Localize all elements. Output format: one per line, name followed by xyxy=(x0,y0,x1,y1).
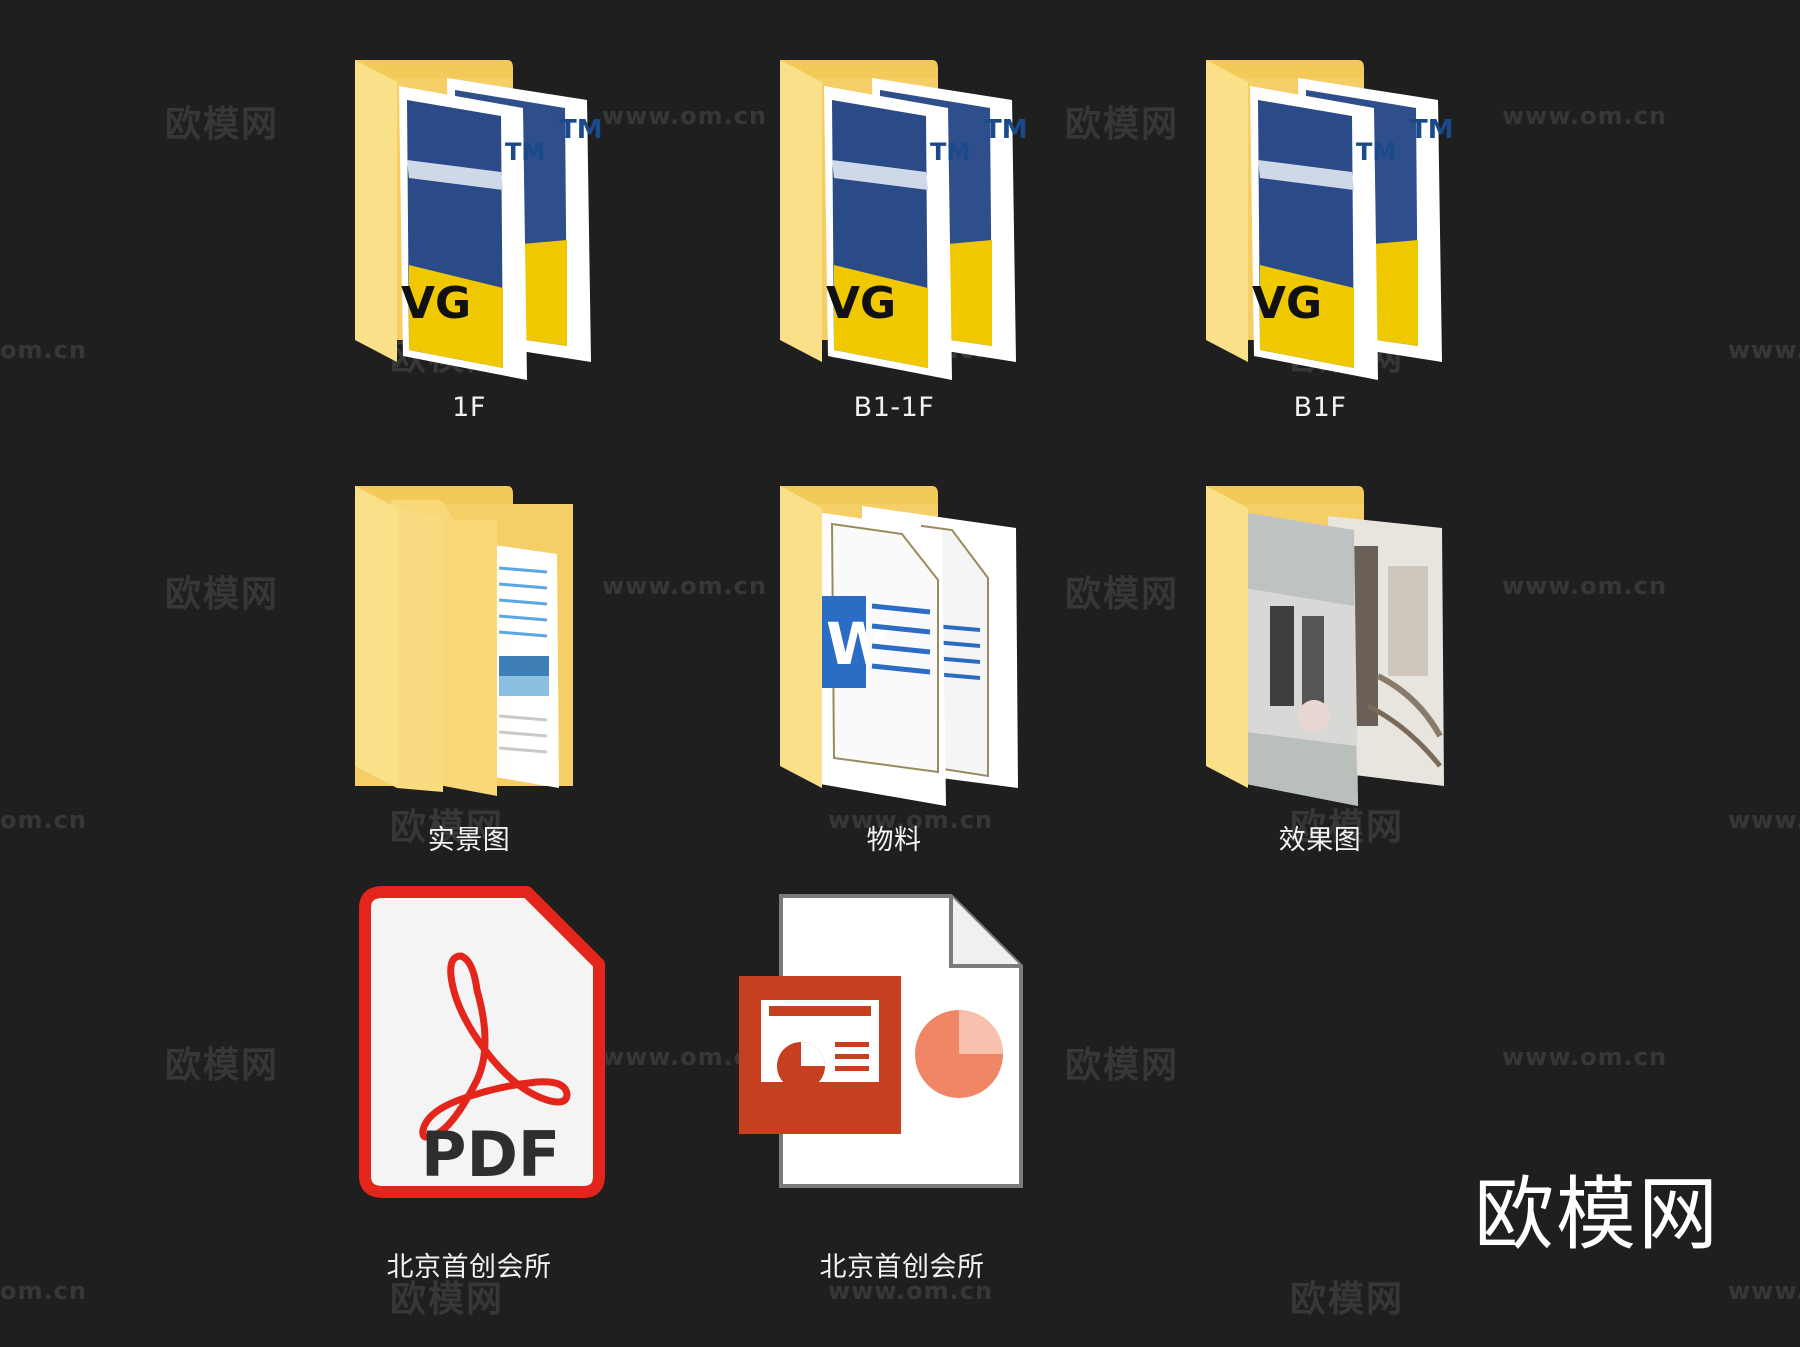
watermark-url: om.cn xyxy=(0,336,87,364)
item-label: 物料 xyxy=(866,825,922,856)
item-label: B1F xyxy=(1293,392,1347,423)
watermark-text: 欧模网 xyxy=(165,574,280,615)
watermark-text: 欧模网 xyxy=(1065,574,1180,615)
watermark-url: www. xyxy=(1728,336,1800,364)
watermark-url: www.om.cn xyxy=(1502,572,1668,600)
watermark-url: om.cn xyxy=(0,1277,87,1305)
folder-item-1f[interactable]: TM TM VG 1F xyxy=(327,50,627,440)
item-label: 北京首创会所 xyxy=(386,1252,552,1283)
dwg-vg-mark: VG xyxy=(826,278,896,329)
dwg-folder-icon: TM TM VG xyxy=(780,60,1028,380)
pdf-mark: PDF xyxy=(421,1118,560,1191)
ppt-file-icon xyxy=(739,894,1023,1188)
watermark-text: 欧模网 xyxy=(1290,1279,1405,1320)
dwg-vg-mark: VG xyxy=(401,278,471,329)
item-label: 1F xyxy=(452,392,486,423)
desktop-canvas: 欧模网 www.om.cn 欧模网 www.om.cn om.cn 欧模网 ww… xyxy=(0,0,1800,1347)
item-label: 实景图 xyxy=(427,825,511,856)
watermark-logo: 欧模网 xyxy=(1474,1168,1720,1261)
watermark-text: 欧模网 xyxy=(1065,1045,1180,1086)
dwg-tm-mark: TM xyxy=(930,138,970,166)
file-item-pdf[interactable]: PDF 北京首创会所 xyxy=(327,880,627,1283)
watermark-url: www.om.cn xyxy=(1502,1043,1668,1071)
watermark-text: 欧模网 xyxy=(165,104,280,145)
watermark-text: 欧模网 xyxy=(1065,104,1180,145)
item-label: B1-1F xyxy=(853,392,935,423)
folder-item-renders[interactable]: 效果图 xyxy=(1178,476,1478,866)
watermark-url: www.om.cn xyxy=(1502,102,1668,130)
watermark-url: www. xyxy=(1728,1277,1800,1305)
folder-item-materials[interactable]: W 物料 xyxy=(752,476,1052,866)
folder-docs-icon xyxy=(355,486,573,796)
watermark-text: 欧模网 xyxy=(165,1045,280,1086)
file-item-ppt[interactable]: 北京首创会所 xyxy=(737,880,1037,1283)
folder-word-icon: W xyxy=(780,486,1018,806)
dwg-tm-mark: TM xyxy=(505,138,545,166)
watermark-url: om.cn xyxy=(0,806,87,834)
folder-item-photos[interactable]: 实景图 xyxy=(327,476,627,866)
dwg-vg-mark: VG xyxy=(1252,278,1322,329)
folder-item-b1f[interactable]: TM TM VG B1F xyxy=(1178,50,1478,440)
item-label: 效果图 xyxy=(1278,825,1362,856)
pdf-file-icon: PDF xyxy=(359,886,605,1198)
folder-item-b1-1f[interactable]: TM TM VG B1-1F xyxy=(752,50,1052,440)
folder-image-icon xyxy=(1206,486,1444,806)
dwg-tm-mark: TM xyxy=(984,115,1028,145)
dwg-tm-mark: TM xyxy=(1410,115,1454,145)
dwg-folder-icon: TM TM VG xyxy=(1206,60,1454,380)
dwg-folder-icon: TM TM VG xyxy=(355,60,603,380)
watermark-url: www. xyxy=(1728,806,1800,834)
item-label: 北京首创会所 xyxy=(819,1252,985,1283)
dwg-tm-mark: TM xyxy=(559,115,603,145)
dwg-tm-mark: TM xyxy=(1356,138,1396,166)
